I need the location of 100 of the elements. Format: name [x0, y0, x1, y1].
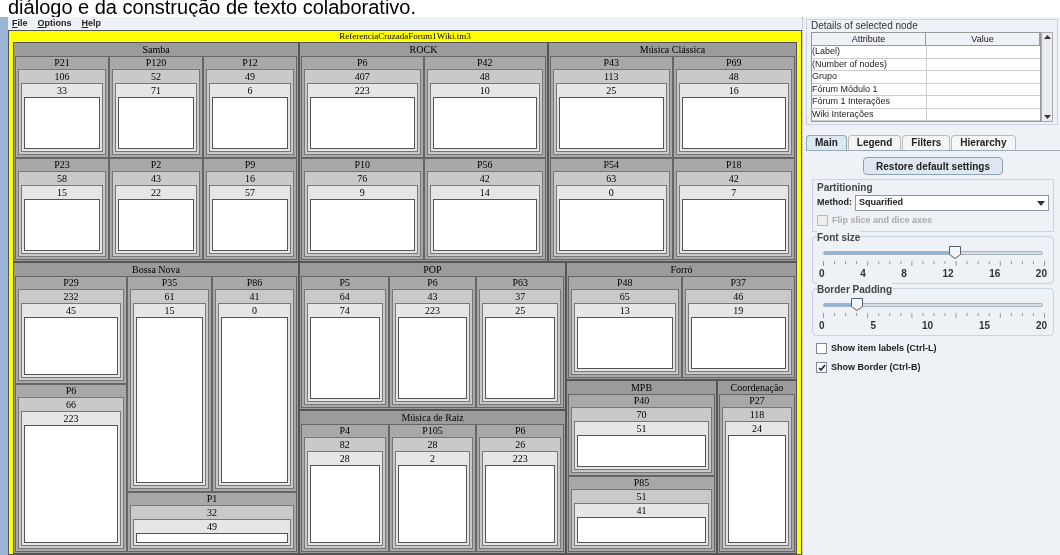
node-value: 19: [732, 304, 745, 317]
method-dropdown[interactable]: Squarified: [855, 195, 1049, 211]
treemap-node[interactable]: P48 65 13: [568, 276, 682, 378]
node-value: 46: [732, 290, 745, 303]
node-value: 15: [56, 186, 68, 199]
node-label: P63: [511, 277, 529, 289]
node-value: 43: [426, 290, 439, 303]
node-value: 0: [251, 304, 258, 317]
tab[interactable]: Legend: [847, 135, 902, 150]
node-label: P1: [205, 493, 219, 505]
slider-thumb[interactable]: [850, 297, 863, 311]
menu-item[interactable]: Help: [81, 18, 102, 29]
node-label: P56: [475, 159, 494, 171]
treemap-node[interactable]: P27 118 24: [719, 394, 795, 552]
treemap-node[interactable]: P54 63 0: [550, 158, 673, 260]
tick-label: 0: [819, 318, 825, 333]
column-header[interactable]: Value: [926, 33, 1040, 45]
treemap-node[interactable]: P37 46 19: [681, 276, 795, 378]
treemap-node[interactable]: P12 49 6: [203, 56, 297, 158]
table-cell: Fórum Módulo 1: [812, 83, 927, 95]
node-value: 6: [246, 84, 254, 97]
node-value: 51: [635, 490, 648, 503]
checkbox[interactable]: [816, 342, 827, 354]
treemap-node[interactable]: P21 106 33: [15, 56, 109, 158]
down-arrow-icon[interactable]: [1043, 115, 1051, 119]
node-value: 48: [727, 70, 740, 83]
node-value: 41: [635, 504, 648, 517]
node-value: 28: [426, 438, 439, 451]
node-value: 41: [248, 290, 261, 303]
treemap-node[interactable]: P120 52 71: [109, 56, 203, 158]
treemap-node[interactable]: P6 26 223: [476, 424, 564, 552]
tick-label: 8: [901, 266, 907, 281]
node-value: 66: [65, 398, 77, 411]
up-arrow-icon[interactable]: [1043, 35, 1051, 39]
node-value: 223: [353, 84, 371, 97]
menu-item[interactable]: File: [12, 18, 28, 29]
menu-item[interactable]: Options: [37, 18, 72, 29]
node-value: 52: [150, 70, 162, 83]
node-label: P86: [245, 277, 264, 289]
treemap-node[interactable]: P40 70 51: [568, 394, 715, 476]
treemap-node[interactable]: P2 43 22: [109, 158, 203, 260]
treemap-node[interactable]: P35 61 15: [127, 276, 212, 492]
node-label: P29: [62, 277, 80, 289]
slider-title: Border Padding: [817, 281, 892, 297]
treemap-node[interactable]: P43 113 25: [550, 56, 673, 158]
checkmark-icon: [817, 363, 826, 372]
node-value: 42: [478, 172, 491, 185]
column-header[interactable]: Attribute: [812, 33, 926, 45]
node-value: 14: [478, 186, 491, 199]
table-cell: (Label): [812, 46, 927, 58]
treemap-node[interactable]: P29 232 45: [15, 276, 127, 384]
node-value: 25: [514, 304, 527, 317]
table-cell: (Number of nodes): [812, 58, 927, 70]
treemap-node[interactable]: P63 37 25: [476, 276, 564, 408]
node-label: P4: [338, 425, 352, 437]
tab[interactable]: Main: [806, 135, 847, 150]
treemap-node[interactable]: P86 41 0: [212, 276, 297, 492]
tab[interactable]: Filters: [902, 135, 951, 150]
node-label: P37: [729, 277, 748, 289]
tick-label: 4: [860, 266, 866, 281]
treemap-node[interactable]: P42 48 10: [423, 56, 546, 158]
treemap-node[interactable]: P4 82 28: [301, 424, 389, 552]
treemap-node[interactable]: P69 48 16: [672, 56, 795, 158]
node-value: 9: [358, 186, 366, 199]
node-value: 37: [514, 290, 527, 303]
node-label: P42: [475, 57, 494, 69]
group-label: Samba: [141, 44, 171, 56]
treemap-node[interactable]: P18 42 7: [672, 158, 795, 260]
node-label: P21: [53, 57, 71, 69]
treemap-node[interactable]: P1 32 49: [127, 492, 297, 552]
node-value: 49: [244, 70, 256, 83]
node-label: P120: [144, 57, 168, 69]
scrollbar[interactable]: [1041, 32, 1053, 122]
group-label: Música Clássica: [638, 44, 707, 56]
node-label: P85: [632, 477, 651, 489]
node-value: 16: [727, 84, 740, 97]
treemap-node[interactable]: P5 64 74: [301, 276, 389, 408]
restore-defaults-button[interactable]: Restore default settings: [863, 157, 1003, 175]
treemap-node[interactable]: P6 66 223: [15, 384, 127, 552]
node-label: P27: [748, 395, 766, 407]
tab[interactable]: Hierarchy: [951, 135, 1016, 150]
treemap-node[interactable]: P56 42 14: [423, 158, 546, 260]
treemap-node[interactable]: P9 16 57: [203, 158, 297, 260]
treemap-node[interactable]: P10 76 9: [301, 158, 424, 260]
node-value: 33: [56, 84, 68, 97]
treemap-title: ReferenciaCruzadaForum1Wiki.tm3: [338, 31, 472, 42]
tick-label: 16: [989, 266, 1001, 281]
treemap-node[interactable]: P85 51 41: [568, 476, 715, 552]
treemap-node[interactable]: P23 58 15: [15, 158, 109, 260]
node-value: 232: [62, 290, 80, 303]
slider-thumb[interactable]: [948, 245, 961, 259]
tick-label: 5: [870, 318, 876, 333]
method-label: Method:: [817, 196, 852, 210]
treemap-node[interactable]: P6 407 223: [301, 56, 424, 158]
node-value: 82: [338, 438, 351, 451]
treemap-node[interactable]: P6 43 223: [388, 276, 477, 408]
node-value: 113: [602, 70, 620, 83]
checkbox[interactable]: [816, 362, 827, 374]
node-label: P10: [353, 159, 372, 171]
treemap-node[interactable]: P105 28 2: [388, 424, 477, 552]
